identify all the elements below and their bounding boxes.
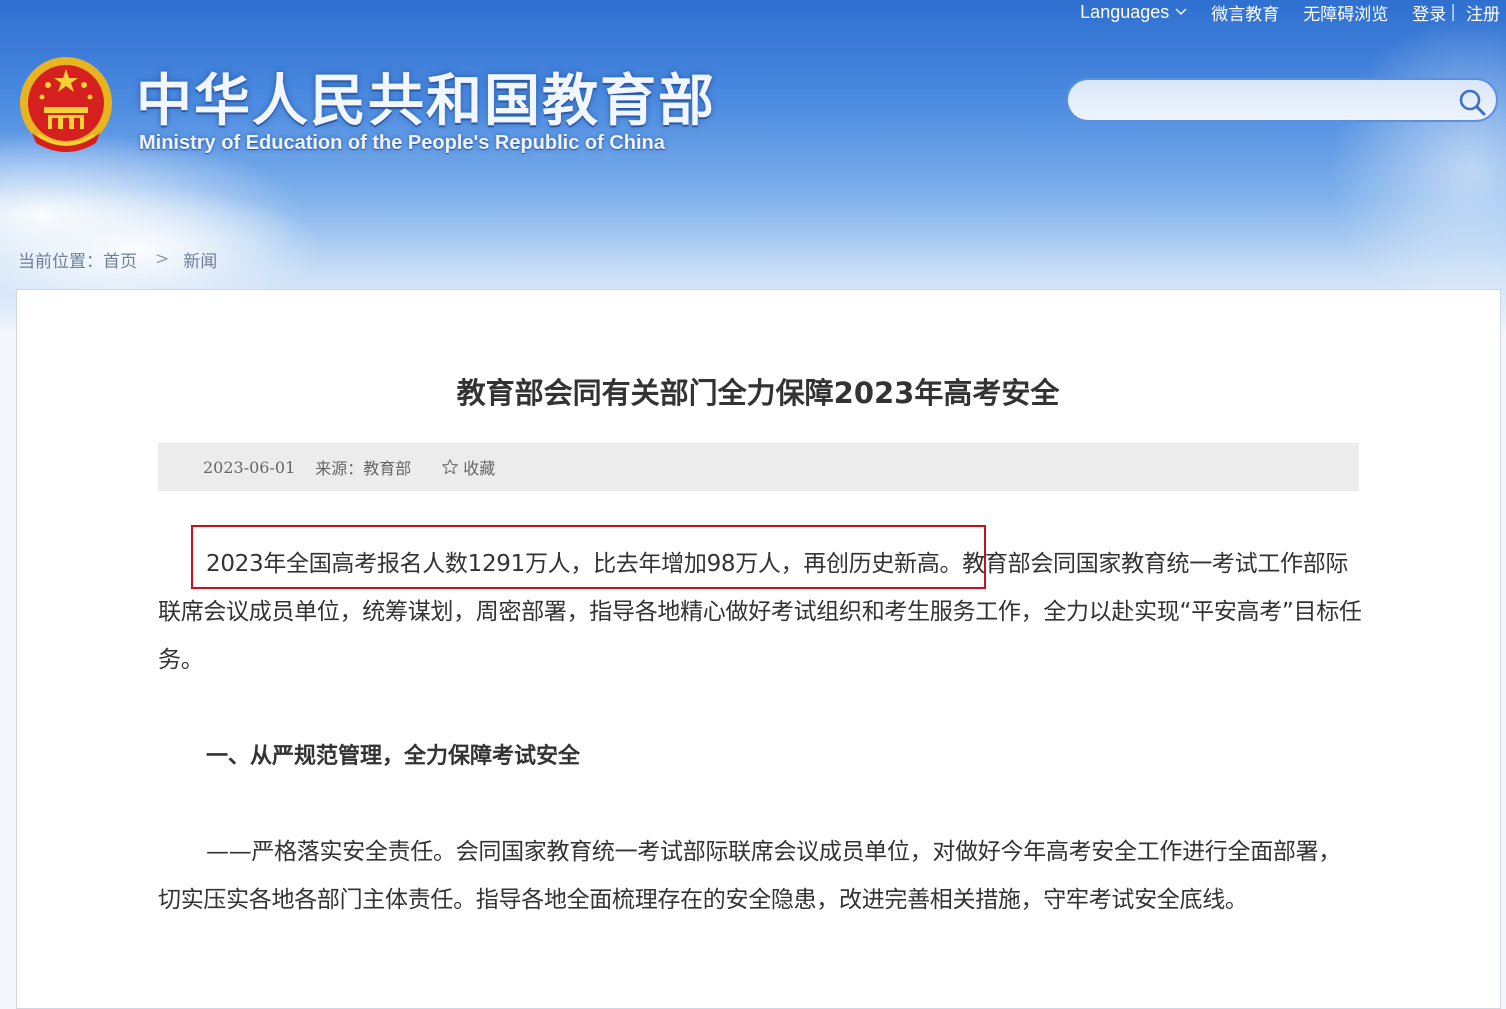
- breadcrumb-news-link[interactable]: 新闻: [183, 247, 217, 272]
- breadcrumb-prefix: 当前位置：: [18, 251, 103, 272]
- top-links-bar: Languages 微言教育 无障碍浏览 登录 | 注册: [1068, 0, 1502, 25]
- article-title: 教育部会同有关部门全力保障2023年高考安全: [456, 376, 1060, 410]
- site-title[interactable]: 中华人民共和国教育部: [136, 56, 716, 137]
- article-source: 来源：教育部: [315, 459, 412, 478]
- search-input[interactable]: [1084, 86, 1448, 118]
- article-paragraph-2: ——严格落实安全责任。会同国家教育统一考试部际联席会议成员单位，对做好今年高考安…: [158, 839, 1342, 913]
- search-icon[interactable]: [1456, 86, 1488, 118]
- article-paragraph: 2023年全国高考报名人数1291万人，比去年增加98万人，再创历史新高。教育部…: [158, 540, 1368, 684]
- article-date: 2023-06-01: [203, 457, 296, 477]
- weiyan-link[interactable]: 微言教育: [1199, 0, 1291, 25]
- favorite-label: 收藏: [463, 459, 496, 478]
- languages-dropdown[interactable]: Languages: [1068, 2, 1199, 23]
- login-link[interactable]: 登录: [1400, 0, 1450, 25]
- national-emblem-icon[interactable]: [18, 55, 114, 155]
- article-meta-bar: 2023-06-01 来源：教育部 收藏: [158, 443, 1359, 491]
- register-link[interactable]: 注册: [1456, 0, 1502, 25]
- chevron-down-icon: [1175, 8, 1187, 15]
- languages-label: Languages: [1080, 1, 1170, 22]
- breadcrumb-home-link[interactable]: 首页: [103, 247, 137, 272]
- site-subtitle-en: Ministry of Education of the People's Re…: [139, 132, 665, 154]
- breadcrumb-arrow: >: [155, 249, 170, 269]
- highlighted-sentence: 2023年全国高考报名人数1291万人，比去年增加98万人，再创历史新高。: [206, 551, 963, 577]
- favorite-button[interactable]: 收藏: [441, 455, 495, 479]
- link-separator: |: [1450, 2, 1456, 22]
- star-icon: [442, 459, 459, 475]
- page-header: 中华人民共和国教育部 Ministry of Education of the …: [0, 0, 1506, 330]
- search-box: [1066, 78, 1498, 122]
- breadcrumb: 当前位置： 首页 > 新闻: [18, 247, 217, 272]
- section-heading: 一、从严规范管理，全力保障考试安全: [206, 744, 581, 769]
- accessible-browse-link[interactable]: 无障碍浏览: [1291, 0, 1400, 25]
